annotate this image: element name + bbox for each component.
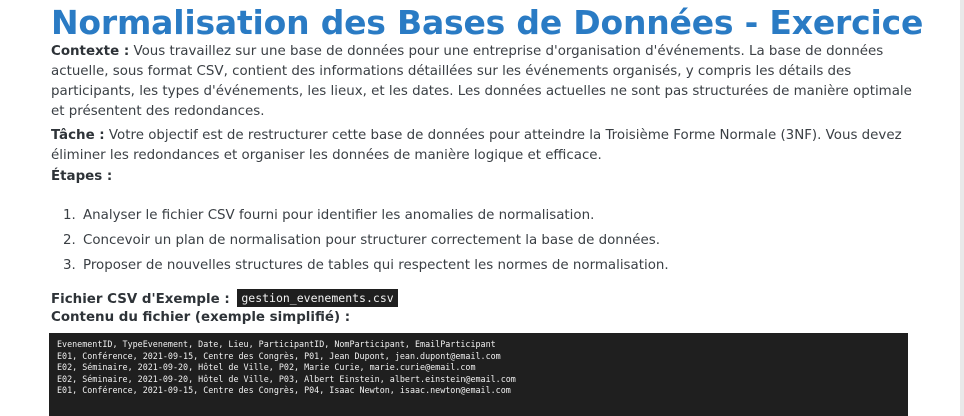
step-number: 3. bbox=[63, 258, 76, 273]
steps-heading: Étapes : bbox=[51, 169, 113, 184]
csv-row: E02, Séminaire, 2021-09-20, Hôtel de Vil… bbox=[57, 362, 476, 373]
csv-header-line: EvenementID, TypeEvenement, Date, Lieu, … bbox=[57, 339, 496, 349]
step-text: Analyser le fichier CSV fourni pour iden… bbox=[83, 208, 595, 223]
csv-row: E02, Séminaire, 2021-09-20, Hôtel de Vil… bbox=[57, 373, 516, 384]
file-label: Fichier CSV d'Exemple : bbox=[51, 292, 230, 307]
task-text: Votre objectif est de restructurer cette… bbox=[51, 128, 902, 163]
list-item: 1. Analyser le fichier CSV fourni pour id… bbox=[63, 203, 669, 228]
steps-list: 1. Analyser le fichier CSV fourni pour id… bbox=[51, 203, 669, 278]
step-number: 2. bbox=[63, 233, 76, 248]
context-text: Vous travaillez sur une base de données … bbox=[51, 44, 912, 119]
csv-row: E01, Conférence, 2021-09-15, Centre des … bbox=[57, 350, 501, 361]
csv-row: E01, Conférence, 2021-09-15, Centre des … bbox=[57, 385, 511, 396]
vertical-scrollbar[interactable] bbox=[960, 0, 964, 416]
task-label: Tâche : bbox=[51, 128, 105, 143]
page-title: Normalisation des Bases de Données - Exe… bbox=[51, 3, 924, 42]
step-number: 1. bbox=[63, 208, 76, 223]
context-paragraph: Contexte : Vous travaillez sur une base … bbox=[51, 42, 916, 122]
step-text: Proposer de nouvelles structures de tabl… bbox=[83, 258, 669, 273]
file-line: Fichier CSV d'Exemple : gestion_evenemen… bbox=[51, 289, 398, 310]
file-name: gestion_evenements.csv bbox=[237, 289, 398, 307]
list-item: 2. Concevoir un plan de normalisation pou… bbox=[63, 228, 669, 253]
file-content-label: Contenu du fichier (exemple simplifié) : bbox=[51, 310, 351, 325]
task-paragraph: Tâche : Votre objectif est de restructur… bbox=[51, 126, 916, 166]
step-text: Concevoir un plan de normalisation pour … bbox=[83, 233, 660, 248]
context-label: Contexte : bbox=[51, 44, 130, 59]
csv-code-block: EvenementID, TypeEvenement, Date, Lieu, … bbox=[49, 333, 908, 416]
list-item: 3. Proposer de nouvelles structures de ta… bbox=[63, 253, 669, 278]
